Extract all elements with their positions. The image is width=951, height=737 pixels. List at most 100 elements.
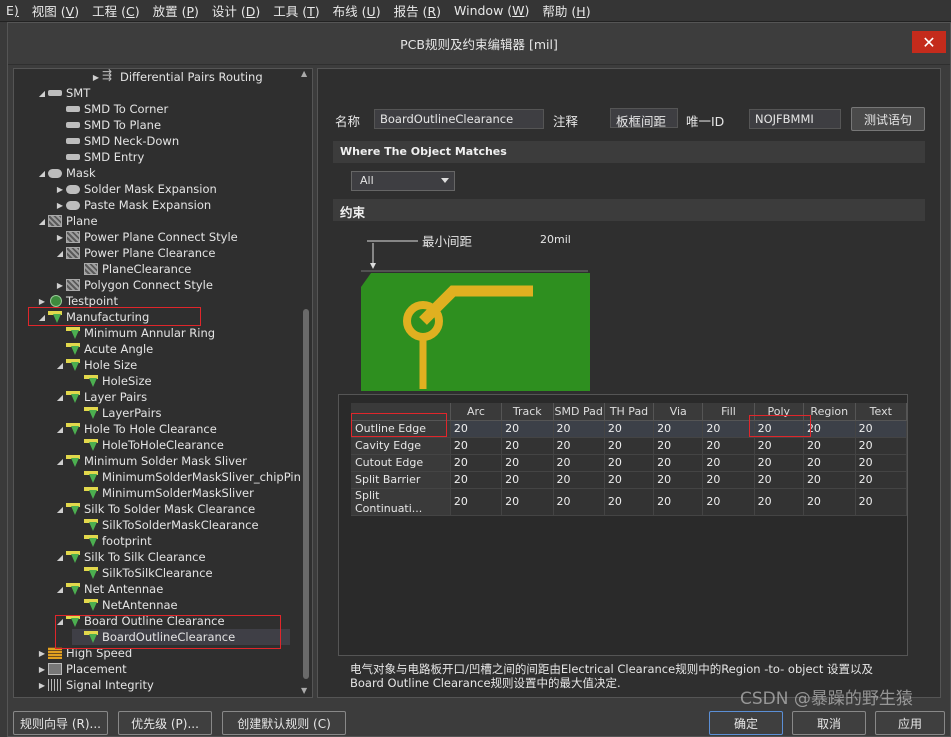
tree-scrollbar[interactable]: ▲ ▼ [300, 69, 312, 697]
grid-cell[interactable]: 20 [604, 437, 655, 455]
expand-arrow-icon[interactable]: ▶ [36, 665, 48, 674]
tree-item[interactable]: LayerPairs [72, 405, 161, 421]
collapse-arrow-icon[interactable]: ◢ [36, 89, 48, 98]
grid-cell[interactable]: 20 [653, 471, 704, 489]
grid-cell[interactable]: 20 [501, 437, 554, 455]
tree-item[interactable]: SilkToSilkClearance [72, 565, 213, 581]
grid-cell[interactable]: 20 [855, 488, 908, 516]
expand-arrow-icon[interactable]: ▶ [54, 201, 66, 210]
comment-input[interactable]: 板框间距 [610, 108, 678, 129]
grid-cell[interactable]: 20 [501, 488, 554, 516]
tree-item[interactable]: ◢ Manufacturing [36, 309, 149, 325]
tree-item[interactable]: PlaneClearance [72, 261, 191, 277]
expand-arrow-icon[interactable]: ▶ [54, 185, 66, 194]
scroll-up-icon[interactable]: ▲ [301, 69, 307, 78]
grid-cell[interactable]: 20 [702, 437, 755, 455]
grid-row-header[interactable]: Outline Edge [351, 420, 451, 438]
grid-row-header[interactable]: Cavity Edge [351, 437, 451, 455]
grid-cell[interactable]: 20 [855, 420, 908, 438]
expand-arrow-icon[interactable]: ▶ [36, 297, 48, 306]
grid-cell[interactable]: 20 [501, 471, 554, 489]
tree-item[interactable]: ◢ Board Outline Clearance [54, 613, 225, 629]
priorities-button[interactable]: 优先级 (P)... [118, 711, 212, 735]
menu-item-9[interactable]: 帮助 (H) [536, 1, 597, 20]
tree-item[interactable]: footprint [72, 533, 152, 549]
expand-arrow-icon[interactable]: ▶ [54, 281, 66, 290]
grid-cell[interactable]: 20 [450, 420, 503, 438]
apply-button[interactable]: 应用 [875, 711, 945, 735]
collapse-arrow-icon[interactable]: ◢ [54, 249, 66, 258]
grid-cell[interactable]: 20 [553, 454, 605, 472]
grid-cell[interactable]: 20 [754, 471, 804, 489]
grid-cell[interactable]: 20 [702, 488, 755, 516]
tree-item[interactable]: ▶ Polygon Connect Style [54, 277, 213, 293]
collapse-arrow-icon[interactable]: ◢ [36, 169, 48, 178]
tree-item[interactable]: Acute Angle [54, 341, 153, 357]
collapse-arrow-icon[interactable]: ◢ [54, 505, 66, 514]
grid-cell[interactable]: 20 [754, 454, 804, 472]
grid-cell[interactable]: 20 [653, 454, 704, 472]
grid-cell[interactable]: 20 [803, 437, 856, 455]
grid-cell[interactable]: 20 [604, 454, 655, 472]
grid-cell[interactable]: 20 [702, 420, 755, 438]
tree-item[interactable]: ◢ Power Plane Clearance [54, 245, 216, 261]
grid-cell[interactable]: 20 [604, 471, 655, 489]
tree-item[interactable]: SMD To Plane [54, 117, 161, 133]
tree-item[interactable]: ◢ Hole To Hole Clearance [54, 421, 217, 437]
tree-item[interactable]: SMD Entry [54, 149, 144, 165]
menu-item-8[interactable]: Window (W) [448, 3, 536, 18]
grid-cell[interactable]: 20 [855, 437, 908, 455]
tree-item[interactable]: ◢ Mask [36, 165, 96, 181]
tree-item[interactable]: ▶ Solder Mask Expansion [54, 181, 217, 197]
expand-arrow-icon[interactable]: ▶ [54, 233, 66, 242]
grid-cell[interactable]: 20 [803, 488, 856, 516]
collapse-arrow-icon[interactable]: ◢ [54, 457, 66, 466]
grid-cell[interactable]: 20 [553, 488, 605, 516]
grid-cell[interactable]: 20 [754, 488, 804, 516]
grid-cell[interactable]: 20 [803, 471, 856, 489]
grid-cell[interactable]: 20 [754, 437, 804, 455]
tree-item[interactable]: ◢ SMT [36, 85, 90, 101]
collapse-arrow-icon[interactable]: ◢ [54, 617, 66, 626]
tree-item[interactable]: ◢ Layer Pairs [54, 389, 147, 405]
tree-item[interactable]: ▶ Differential Pairs Routing [90, 69, 263, 85]
unique-id-input[interactable]: NOJFBMMI [749, 109, 841, 129]
grid-cell[interactable]: 20 [501, 454, 554, 472]
grid-row-header[interactable]: Cutout Edge [351, 454, 451, 472]
tree-item[interactable]: NetAntennae [72, 597, 178, 613]
grid-cell[interactable]: 20 [702, 454, 755, 472]
menu-item-5[interactable]: 工具 (T) [267, 1, 326, 20]
tree-item[interactable]: ▶ Signal Integrity [36, 677, 154, 693]
menu-item-0[interactable]: E) [0, 3, 26, 18]
grid-cell[interactable]: 20 [803, 420, 856, 438]
scroll-thumb[interactable] [303, 309, 309, 679]
tree-item[interactable]: ◢ Minimum Solder Mask Sliver [54, 453, 247, 469]
name-input[interactable]: BoardOutlineClearance [374, 109, 544, 129]
tree-item[interactable]: SilkToSolderMaskClearance [72, 517, 259, 533]
grid-cell[interactable]: 20 [450, 454, 503, 472]
grid-cell[interactable]: 20 [553, 471, 605, 489]
grid-cell[interactable]: 20 [450, 437, 503, 455]
min-clearance-value[interactable]: 20mil [540, 233, 571, 246]
tree-item[interactable]: ◢ Silk To Solder Mask Clearance [54, 501, 255, 517]
grid-cell[interactable]: 20 [702, 471, 755, 489]
expand-arrow-icon[interactable]: ▶ [36, 649, 48, 658]
grid-cell[interactable]: 20 [653, 488, 704, 516]
grid-cell[interactable]: 20 [803, 454, 856, 472]
grid-cell[interactable]: 20 [553, 437, 605, 455]
grid-cell[interactable]: 20 [450, 488, 503, 516]
grid-cell[interactable]: 20 [553, 420, 605, 438]
tree-item[interactable]: MinimumSolderMaskSliver_chipPin [72, 469, 301, 485]
create-default-rules-button[interactable]: 创建默认规则 (C) [222, 711, 346, 735]
tree-item[interactable]: ◢ Plane [36, 213, 98, 229]
grid-cell[interactable]: 20 [604, 420, 655, 438]
close-button[interactable]: ✕ [912, 31, 946, 53]
match-type-dropdown[interactable]: All [351, 171, 455, 191]
tree-item[interactable]: ▶ Placement [36, 661, 127, 677]
tree-item[interactable]: ◢ Hole Size [54, 357, 137, 373]
collapse-arrow-icon[interactable]: ◢ [54, 393, 66, 402]
menu-item-4[interactable]: 设计 (D) [206, 1, 267, 20]
rule-wizard-button[interactable]: 规则向导 (R)... [13, 711, 108, 735]
expand-arrow-icon[interactable]: ▶ [90, 73, 102, 82]
expand-arrow-icon[interactable]: ▶ [36, 681, 48, 690]
